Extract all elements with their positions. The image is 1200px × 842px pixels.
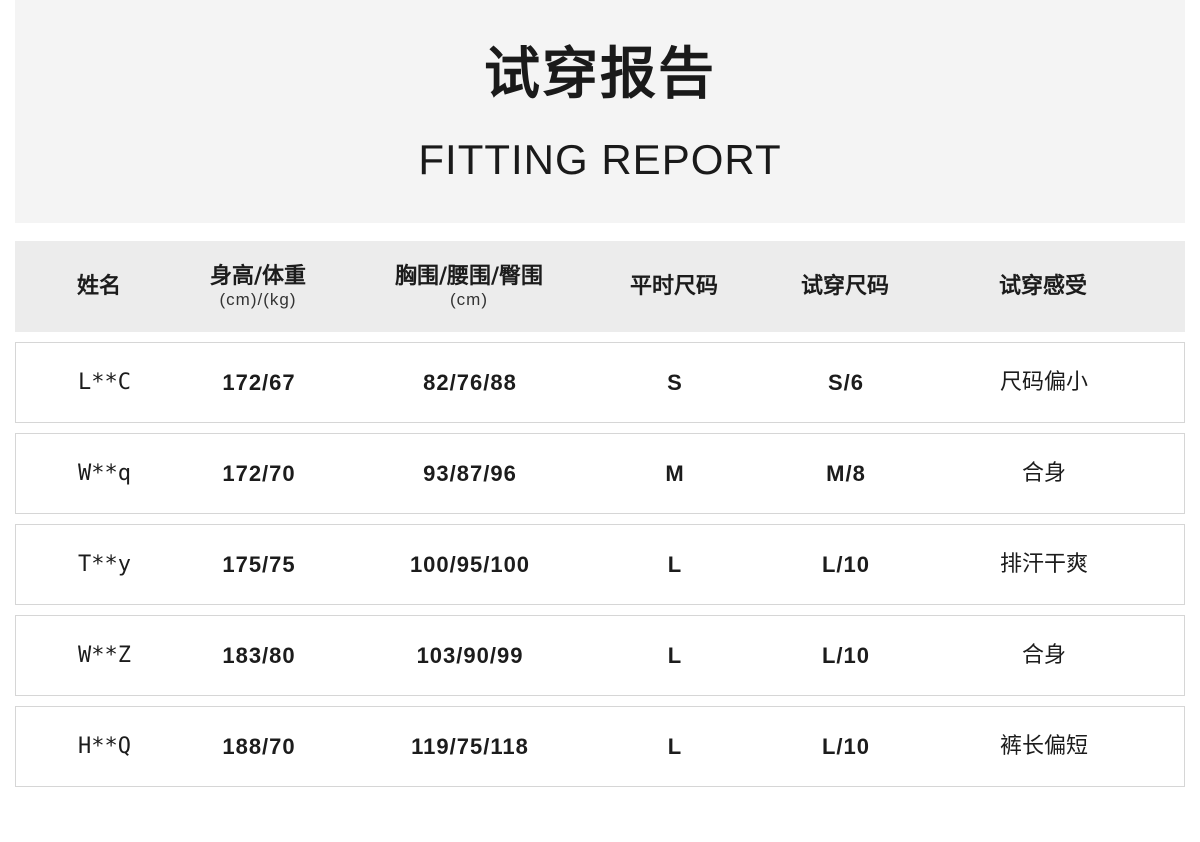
tester-name: L**C [78, 369, 131, 395]
cell-name: L**C [16, 343, 186, 422]
fit-size-value: S/6 [827, 369, 865, 395]
cell-height-weight: 175/75 [174, 525, 344, 604]
table-header-row: 姓名 身高/体重 (cm)/(kg) 胸围/腰围/臀围 (cm) 平时尺码 试穿… [15, 241, 1185, 332]
height-weight-value: 172/70 [222, 460, 296, 486]
feeling-value: 合身 [1021, 460, 1066, 486]
column-header-unit: (cm) [450, 289, 488, 309]
cell-usual-size: M [590, 434, 760, 513]
cell-usual-size: L [590, 707, 760, 786]
cell-height-weight: 172/67 [174, 343, 344, 422]
tester-name: T**y [78, 551, 131, 577]
fit-size-value: L/10 [821, 551, 871, 577]
column-header-label: 平时尺码 [629, 273, 718, 299]
fit-size-value: L/10 [821, 642, 871, 668]
measurements-value: 103/90/99 [416, 642, 524, 668]
column-header-name: 姓名 [15, 241, 185, 332]
table-row: W**Z 183/80 103/90/99 L L/10 合身 [15, 615, 1185, 696]
usual-size-value: L [667, 642, 683, 668]
fit-size-value: M/8 [826, 460, 866, 486]
cell-fit-size: L/10 [761, 707, 931, 786]
column-header-label: 试穿尺码 [800, 273, 889, 299]
cell-usual-size: S [590, 343, 760, 422]
feeling-value: 合身 [1021, 642, 1066, 668]
height-weight-value: 188/70 [222, 733, 296, 759]
feeling-value: 裤长偏短 [999, 733, 1088, 759]
cell-measurements: 93/87/96 [361, 434, 579, 513]
cell-measurements: 119/75/118 [361, 707, 579, 786]
measurements-value: 100/95/100 [409, 551, 531, 577]
cell-fit-size: L/10 [761, 525, 931, 604]
cell-usual-size: L [590, 525, 760, 604]
height-weight-value: 172/67 [222, 369, 296, 395]
height-weight-value: 175/75 [222, 551, 296, 577]
page-title-en: FITTING REPORT [418, 136, 782, 183]
column-header-feeling: 试穿感受 [943, 241, 1143, 332]
column-header-height-weight: 身高/体重 (cm)/(kg) [173, 241, 343, 332]
usual-size-value: L [667, 733, 683, 759]
measurements-value: 82/76/88 [423, 369, 517, 395]
table-row: W**q 172/70 93/87/96 M M/8 合身 [15, 433, 1185, 514]
feeling-value: 排汗干爽 [999, 551, 1088, 577]
cell-fit-size: M/8 [761, 434, 931, 513]
usual-size-value: L [667, 551, 683, 577]
cell-name: W**q [16, 434, 186, 513]
table-row: H**Q 188/70 119/75/118 L L/10 裤长偏短 [15, 706, 1185, 787]
cell-name: H**Q [16, 707, 186, 786]
cell-name: T**y [16, 525, 186, 604]
cell-feeling: 合身 [944, 616, 1144, 695]
column-header-label: 姓名 [77, 273, 122, 299]
feeling-value: 尺码偏小 [999, 369, 1088, 395]
cell-feeling: 尺码偏小 [944, 343, 1144, 422]
cell-fit-size: S/6 [761, 343, 931, 422]
cell-fit-size: L/10 [761, 616, 931, 695]
column-header-label: 胸围/腰围/臀围 [394, 263, 544, 289]
fit-size-value: L/10 [821, 733, 871, 759]
cell-name: W**Z [16, 616, 186, 695]
table-row: L**C 172/67 82/76/88 S S/6 尺码偏小 [15, 342, 1185, 423]
measurements-value: 119/75/118 [411, 733, 529, 759]
column-header-usual-size: 平时尺码 [589, 241, 759, 332]
cell-feeling: 裤长偏短 [944, 707, 1144, 786]
column-header-unit: (cm)/(kg) [219, 289, 297, 309]
column-header-fit-size: 试穿尺码 [760, 241, 930, 332]
measurements-value: 93/87/96 [423, 460, 517, 486]
tester-name: W**Z [78, 642, 131, 668]
tester-name: H**Q [78, 733, 131, 759]
cell-feeling: 排汗干爽 [944, 525, 1144, 604]
column-header-label: 身高/体重 [209, 263, 307, 289]
table-row: T**y 175/75 100/95/100 L L/10 排汗干爽 [15, 524, 1185, 605]
cell-measurements: 82/76/88 [361, 343, 579, 422]
cell-measurements: 103/90/99 [361, 616, 579, 695]
usual-size-value: M [665, 460, 685, 486]
cell-usual-size: L [590, 616, 760, 695]
column-header-label: 试穿感受 [998, 273, 1087, 299]
report-banner: 试穿报告 FITTING REPORT [15, 0, 1185, 223]
usual-size-value: S [667, 369, 683, 395]
cell-height-weight: 188/70 [174, 707, 344, 786]
page-title-cn: 试穿报告 [484, 42, 716, 107]
column-header-measurements: 胸围/腰围/臀围 (cm) [360, 241, 578, 332]
cell-feeling: 合身 [944, 434, 1144, 513]
height-weight-value: 183/80 [222, 642, 296, 668]
tester-name: W**q [78, 460, 131, 486]
cell-measurements: 100/95/100 [361, 525, 579, 604]
cell-height-weight: 183/80 [174, 616, 344, 695]
fitting-report-table: 姓名 身高/体重 (cm)/(kg) 胸围/腰围/臀围 (cm) 平时尺码 试穿… [15, 241, 1185, 787]
cell-height-weight: 172/70 [174, 434, 344, 513]
